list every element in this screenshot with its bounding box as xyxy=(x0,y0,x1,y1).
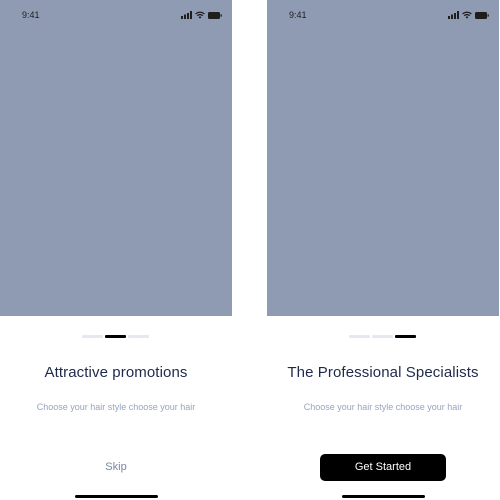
home-indicator xyxy=(75,495,158,498)
hero-image-placeholder xyxy=(267,0,499,316)
hero-image-placeholder xyxy=(0,0,232,316)
onboarding-screen-promotions: 9:41 Attractive promotions Choose your h… xyxy=(0,0,232,500)
battery-icon xyxy=(208,11,222,19)
page-dot-3-active xyxy=(395,335,416,338)
status-bar: 9:41 xyxy=(267,0,499,30)
status-time: 9:41 xyxy=(22,10,40,20)
status-icons xyxy=(448,10,489,20)
page-dot-2-active xyxy=(105,335,126,338)
status-icons xyxy=(181,10,222,20)
wifi-icon xyxy=(195,11,205,19)
status-bar: 9:41 xyxy=(0,0,232,30)
onboarding-title: The Professional Specialists xyxy=(287,364,479,381)
page-indicator xyxy=(349,335,416,338)
page-dot-1 xyxy=(82,335,103,338)
home-indicator xyxy=(342,495,425,498)
page-dot-2 xyxy=(372,335,393,338)
signal-icon xyxy=(181,11,192,19)
onboarding-subtitle: Choose your hair style choose your hair xyxy=(303,402,463,412)
battery-icon xyxy=(475,11,489,19)
status-time: 9:41 xyxy=(289,10,307,20)
signal-icon xyxy=(448,11,459,19)
onboarding-screen-specialists: 9:41 The Professional Specialists Choose… xyxy=(267,0,499,500)
get-started-button[interactable]: Get Started xyxy=(320,454,446,481)
skip-button[interactable]: Skip xyxy=(0,461,232,473)
page-dot-1 xyxy=(349,335,370,338)
onboarding-title: Attractive promotions xyxy=(44,364,188,381)
wifi-icon xyxy=(462,11,472,19)
onboarding-subtitle: Choose your hair style choose your hair xyxy=(36,402,196,412)
page-indicator xyxy=(82,335,149,338)
page-dot-3 xyxy=(128,335,149,338)
